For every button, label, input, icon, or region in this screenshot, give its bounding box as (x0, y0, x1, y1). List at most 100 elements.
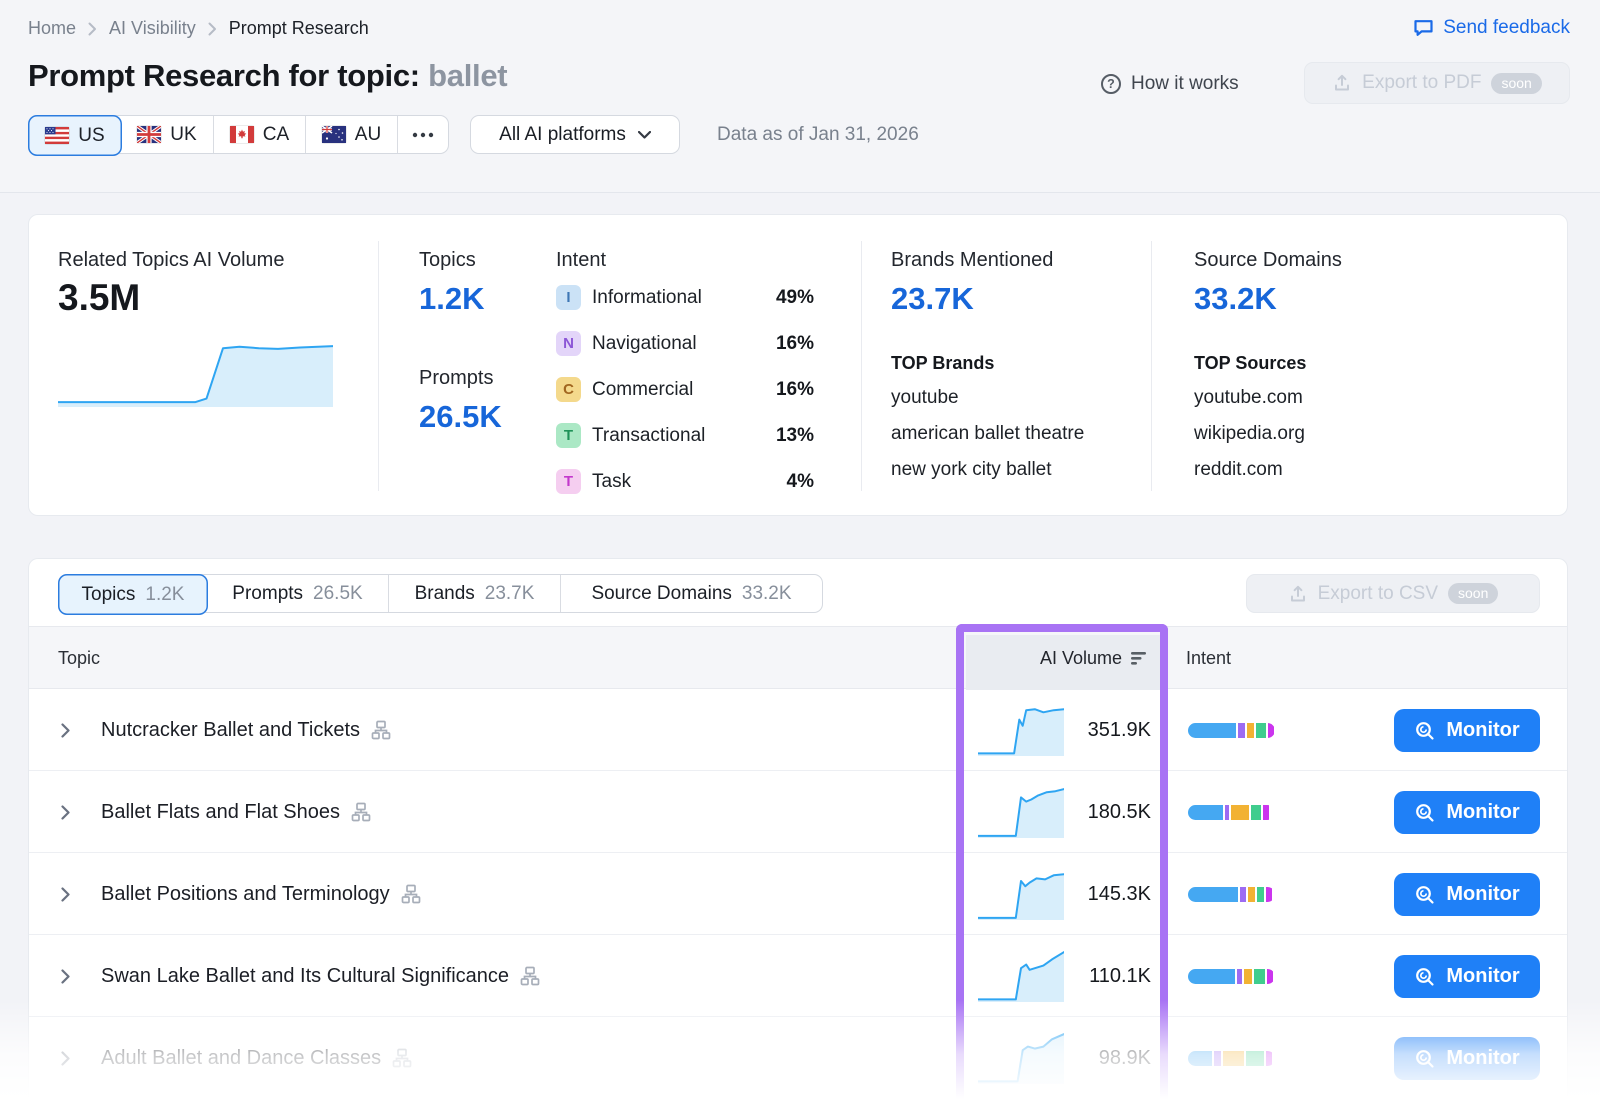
intent-segment-purple (1214, 1051, 1221, 1066)
country-tab-us[interactable]: US (28, 115, 122, 156)
intent-segment-magenta (1267, 969, 1273, 984)
navigational-badge-icon: N (556, 331, 581, 356)
ellipsis-icon (412, 132, 434, 138)
intent-segment-green (1256, 723, 1266, 738)
subtopics-icon[interactable] (520, 966, 540, 986)
monitor-magnifier-icon (1414, 720, 1436, 742)
intent-segment-green (1254, 969, 1265, 984)
intent-distribution-bar (1188, 1051, 1275, 1066)
export-to-pdf-button[interactable]: Export to PDF soon (1304, 62, 1570, 104)
topic-link[interactable]: Nutcracker Ballet and Tickets (101, 719, 360, 742)
monitor-button[interactable]: Monitor (1394, 1037, 1540, 1080)
monitor-button[interactable]: Monitor (1394, 709, 1540, 752)
brands-mentioned-value: 23.7K (891, 281, 974, 317)
table-row[interactable]: Nutcracker Ballet and Tickets 351.9K Mon… (29, 689, 1567, 771)
table-row[interactable]: Adult Ballet and Dance Classes 98.9K Mon… (29, 1017, 1567, 1099)
topic-link[interactable]: Ballet Flats and Flat Shoes (101, 801, 340, 824)
expand-chevron-icon[interactable] (61, 1051, 70, 1066)
intent-pct: 4% (787, 471, 814, 493)
au-flag-icon (322, 126, 346, 143)
monitor-button[interactable]: Monitor (1394, 873, 1540, 916)
table-row[interactable]: Swan Lake Ballet and Its Cultural Signif… (29, 935, 1567, 1017)
breadcrumb-home[interactable]: Home (28, 18, 76, 39)
subtopics-icon[interactable] (351, 802, 371, 822)
tab-count: 23.7K (485, 583, 535, 605)
intent-name: Transactional (592, 425, 705, 447)
divider (1151, 241, 1152, 491)
monitor-button[interactable]: Monitor (1394, 955, 1540, 998)
expand-chevron-icon[interactable] (61, 969, 70, 984)
intent-segment-magenta (1266, 1051, 1271, 1066)
soon-badge: soon (1448, 583, 1498, 604)
column-header-ai-volume[interactable]: AI Volume (966, 627, 1149, 690)
top-brands-label: TOP Brands (891, 353, 994, 374)
intent-label: Intent (556, 249, 606, 272)
monitor-button[interactable]: Monitor (1394, 791, 1540, 834)
expand-chevron-icon[interactable] (61, 805, 70, 820)
expand-chevron-icon[interactable] (61, 887, 70, 902)
tab-source-domains[interactable]: Source Domains 33.2K (561, 575, 822, 612)
sort-descending-icon (1131, 651, 1149, 666)
subtopics-icon[interactable] (401, 884, 421, 904)
export-to-csv-button[interactable]: Export to CSV soon (1246, 574, 1540, 613)
expand-chevron-icon[interactable] (61, 723, 70, 738)
chevron-right-icon (208, 22, 217, 36)
intent-segment-green (1257, 887, 1265, 902)
top-brand-item: youtube (891, 387, 959, 409)
intent-pct: 16% (776, 333, 814, 355)
chevron-right-icon (88, 22, 97, 36)
subtopics-icon[interactable] (392, 1048, 412, 1068)
results-table-card: Topics 1.2K Prompts 26.5K Brands 23.7K S… (28, 558, 1568, 1099)
feedback-bubble-icon (1413, 18, 1434, 38)
more-countries-button[interactable] (398, 116, 448, 153)
uk-flag-icon (137, 126, 161, 143)
tab-label: Brands (415, 583, 475, 605)
top-brand-item: new york city ballet (891, 459, 1052, 481)
country-tab-uk[interactable]: UK (121, 116, 214, 153)
source-domains-label: Source Domains (1194, 249, 1342, 272)
intent-segment-blue (1188, 887, 1238, 902)
intent-segment-blue (1188, 1051, 1212, 1066)
intent-item: C Commercial 16% (556, 377, 814, 402)
ai-volume-value: 351.9K (981, 689, 1151, 771)
intent-pct: 13% (776, 425, 814, 447)
intent-item: N Navigational 16% (556, 331, 814, 356)
prompts-value: 26.5K (419, 399, 502, 435)
send-feedback-link[interactable]: Send feedback (1413, 17, 1570, 39)
table-row[interactable]: Ballet Positions and Terminology 145.3K … (29, 853, 1567, 935)
monitor-magnifier-icon (1414, 966, 1436, 988)
tab-count: 33.2K (742, 583, 792, 605)
topic-link[interactable]: Ballet Positions and Terminology (101, 883, 390, 906)
informational-badge-icon: I (556, 285, 581, 310)
related-volume-value: 3.5M (58, 277, 140, 319)
ai-volume-value: 180.5K (981, 771, 1151, 853)
tab-topics[interactable]: Topics 1.2K (58, 574, 208, 615)
country-tab-au[interactable]: AU (306, 116, 398, 153)
tab-brands[interactable]: Brands 23.7K (389, 575, 561, 612)
intent-segment-blue (1188, 805, 1223, 820)
tab-label: Prompts (232, 583, 303, 605)
intent-segment-purple (1225, 805, 1229, 820)
table-row[interactable]: Ballet Flats and Flat Shoes 180.5K Monit… (29, 771, 1567, 853)
country-tab-ca[interactable]: CA (214, 116, 306, 153)
country-label: CA (263, 124, 289, 146)
column-header-topic: Topic (58, 627, 100, 690)
us-flag-icon (45, 127, 69, 144)
ai-platforms-dropdown[interactable]: All AI platforms (470, 115, 680, 154)
tab-prompts[interactable]: Prompts 26.5K (207, 575, 389, 612)
topic-link[interactable]: Adult Ballet and Dance Classes (101, 1047, 381, 1070)
breadcrumb-ai-visibility[interactable]: AI Visibility (109, 18, 196, 39)
intent-segment-blue (1188, 969, 1235, 984)
monitor-label: Monitor (1446, 1047, 1519, 1070)
how-it-works-link[interactable]: ? How it works (1100, 68, 1239, 100)
topic-link[interactable]: Swan Lake Ballet and Its Cultural Signif… (101, 965, 509, 988)
breadcrumb-current: Prompt Research (229, 18, 369, 39)
country-label: UK (170, 124, 196, 146)
top-brand-item: american ballet theatre (891, 423, 1084, 445)
topics-label: Topics (419, 249, 476, 272)
intent-item: T Task 4% (556, 469, 814, 494)
subtopics-icon[interactable] (371, 720, 391, 740)
ai-volume-value: 110.1K (981, 935, 1151, 1017)
intent-segment-purple (1240, 887, 1246, 902)
divider (861, 241, 862, 491)
